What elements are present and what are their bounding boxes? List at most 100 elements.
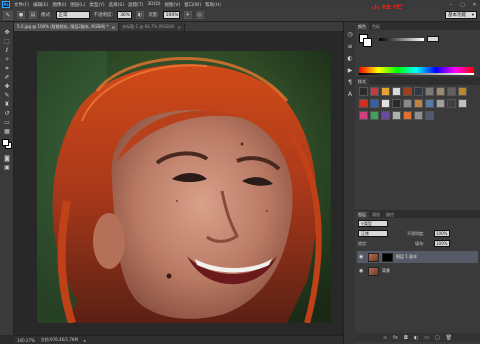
style-swatch[interactable] [381, 99, 390, 108]
pressure-opacity-icon[interactable]: ◐ [136, 11, 145, 19]
foreground-color-swatch[interactable] [2, 139, 9, 146]
layer-fill-input[interactable]: 100% [434, 240, 450, 247]
style-swatch[interactable] [392, 99, 401, 108]
menu-help[interactable]: 帮助(H) [205, 2, 221, 8]
style-swatch[interactable] [359, 111, 368, 120]
style-none[interactable] [359, 87, 368, 96]
style-swatch[interactable] [392, 87, 401, 96]
menu-layer[interactable]: 图层(L) [70, 2, 85, 8]
style-swatch[interactable] [392, 111, 401, 120]
crop-tool-icon[interactable]: ⌗ [2, 64, 12, 73]
style-swatch[interactable] [381, 111, 390, 120]
opacity-input[interactable]: 36% [117, 11, 133, 19]
menu-window[interactable]: 窗口(W) [184, 2, 201, 8]
layer-opacity-input[interactable]: 100% [434, 230, 450, 237]
style-swatch[interactable] [447, 99, 456, 108]
layer-name[interactable]: 图层 1 副本 [396, 254, 417, 260]
grayscale-ramp[interactable] [359, 73, 474, 75]
tab-styles[interactable]: 样式 [355, 78, 369, 85]
add-mask-icon[interactable]: ◘ [404, 335, 408, 341]
close-icon[interactable]: ✕ [177, 25, 180, 30]
style-swatch[interactable] [425, 99, 434, 108]
zoom-readout[interactable]: 100.27% [17, 338, 35, 343]
blend-mode-select[interactable]: 正常 [358, 230, 388, 237]
menu-view[interactable]: 视图(V) [165, 2, 181, 8]
clone-stamp-tool-icon[interactable]: ♜ [2, 100, 12, 109]
fx-icon[interactable]: fx [393, 335, 398, 341]
gray-value-input[interactable] [427, 36, 439, 42]
tab-swatches[interactable]: 色板 [369, 23, 383, 30]
status-menu-arrow-icon[interactable]: ▸ [84, 338, 86, 343]
document-tab[interactable]: 5-2.jpg @ 100% (智能锐化, 图层2副本, RGB/8) * ✕ [14, 23, 120, 31]
style-swatch[interactable] [436, 87, 445, 96]
style-swatch[interactable] [458, 87, 467, 96]
style-swatch[interactable] [403, 111, 412, 120]
new-group-icon[interactable]: ▭ [424, 335, 429, 341]
menu-select[interactable]: 选择(S) [109, 2, 124, 8]
visibility-eye-icon[interactable]: ◉ [359, 268, 365, 274]
pressure-size-icon[interactable]: ◎ [195, 11, 204, 19]
actions-panel-icon[interactable]: ▶ [346, 66, 354, 74]
move-tool-icon[interactable]: ✥ [2, 28, 12, 37]
link-layers-icon[interactable]: ∞ [383, 335, 387, 341]
quick-select-tool-icon[interactable]: ✧ [2, 55, 12, 64]
document-size-readout[interactable]: 文档:976.4K/1.76M [41, 337, 78, 343]
canvas-area[interactable] [14, 31, 343, 335]
new-layer-icon[interactable]: ▢ [435, 335, 440, 341]
paragraph-panel-icon[interactable]: ¶ [346, 78, 354, 86]
style-swatch[interactable] [425, 87, 434, 96]
style-swatch[interactable] [381, 87, 390, 96]
style-swatch[interactable] [403, 99, 412, 108]
marquee-tool-icon[interactable]: ⬚ [2, 37, 12, 46]
adjustments-panel-icon[interactable]: ◐ [346, 54, 354, 62]
style-swatch[interactable] [458, 99, 467, 108]
mode-select[interactable]: 正常 [55, 11, 90, 19]
style-swatch[interactable] [436, 99, 445, 108]
adjustment-layer-icon[interactable]: ◐ [414, 335, 418, 341]
style-swatch[interactable] [425, 111, 434, 120]
screen-mode-icon[interactable]: ▣ [2, 163, 12, 172]
gray-slider[interactable] [379, 38, 424, 41]
color-background-swatch[interactable] [363, 38, 372, 47]
flow-input[interactable]: 100% [162, 11, 180, 19]
gradient-tool-icon[interactable]: ▦ [2, 127, 12, 136]
menu-type[interactable]: 类型(Y) [89, 2, 104, 8]
style-swatch[interactable] [370, 87, 379, 96]
close-icon[interactable]: ✕ [471, 2, 478, 8]
lasso-tool-icon[interactable]: ℓ [2, 46, 12, 55]
menu-image[interactable]: 图像(I) [52, 2, 66, 8]
document-tab[interactable]: 未标题-1 @ 66.7% (RGB/8) ✕ [119, 23, 185, 31]
brush-preset-icon[interactable]: ✎ [3, 10, 13, 20]
tab-paths[interactable]: 路径 [383, 211, 397, 218]
portrait-photo[interactable] [37, 51, 331, 323]
visibility-eye-icon[interactable]: ◉ [359, 254, 365, 260]
style-swatch[interactable] [403, 87, 412, 96]
layer-filter-select[interactable]: ⚲ 类型 [358, 220, 388, 227]
tab-channels[interactable]: 通道 [369, 211, 383, 218]
style-swatch[interactable] [370, 99, 379, 108]
layer-row[interactable]: ◉ 图层 1 副本 [357, 251, 478, 263]
layer-row[interactable]: ◉ 背景 [357, 265, 478, 277]
tab-color[interactable]: 颜色 [355, 23, 369, 30]
menu-edit[interactable]: 编辑(E) [33, 2, 48, 8]
layer-name[interactable]: 背景 [382, 268, 390, 274]
properties-panel-icon[interactable]: ≡ [346, 42, 354, 50]
airbrush-icon[interactable]: ✈ [183, 11, 192, 19]
eraser-tool-icon[interactable]: ▭ [2, 118, 12, 127]
brush-tool-icon[interactable]: ✎ [2, 91, 12, 100]
workspace-select[interactable]: 基本功能 ▾ [445, 11, 477, 19]
character-panel-icon[interactable]: A [346, 90, 354, 98]
close-icon[interactable]: ✕ [112, 25, 115, 30]
menu-file[interactable]: 文件(F) [14, 2, 29, 8]
tab-layers[interactable]: 图层 [355, 211, 369, 218]
eyedropper-tool-icon[interactable]: ✐ [2, 73, 12, 82]
maximize-icon[interactable]: ▢ [459, 2, 466, 8]
quick-mask-icon[interactable]: ◙ [2, 154, 12, 163]
brush-panel-toggle-icon[interactable]: ▤ [29, 11, 37, 19]
menu-3d[interactable]: 3D(D) [147, 2, 160, 7]
menu-filter[interactable]: 滤镜(T) [128, 2, 143, 8]
style-swatch[interactable] [359, 99, 368, 108]
minimize-icon[interactable]: – [447, 2, 454, 8]
brush-size-button[interactable]: ● [17, 11, 25, 19]
layer-mask-thumbnail[interactable] [382, 252, 393, 262]
